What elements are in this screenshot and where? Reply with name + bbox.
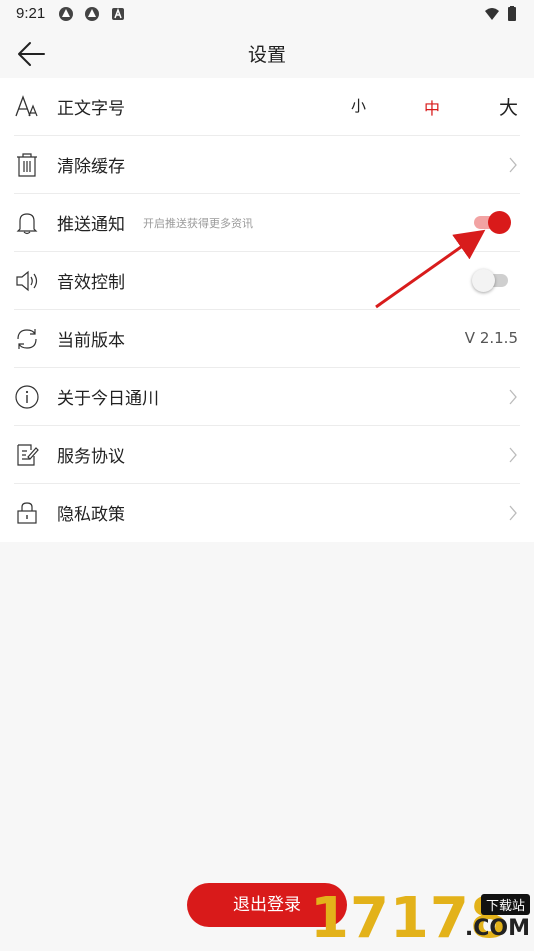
service-agreement-label: 服务协议 [57,447,125,467]
push-notification-description: 开启推送获得更多资讯 [143,217,253,230]
battery-icon [508,6,516,21]
font-size-small-option[interactable]: 小 [351,95,366,116]
font-size-label: 正文字号 [57,99,125,119]
font-size-large-option[interactable]: 大 [499,93,518,120]
clear-cache-row[interactable]: 清除缓存 [0,136,534,194]
privacy-policy-label: 隐私政策 [57,505,125,525]
watermark-domain: .COM [464,916,530,941]
version-label: 当前版本 [57,331,125,351]
lock-icon [17,502,37,524]
chevron-right-icon [509,505,517,521]
page-title: 设置 [247,44,286,66]
notification-icon [85,7,99,21]
status-time: 9:21 [16,5,46,22]
wifi-icon [485,8,499,20]
notification-icon [59,7,73,21]
app-notification-icon [112,7,124,20]
annotation-arrow [375,229,486,309]
chevron-right-icon [509,157,517,173]
speaker-icon [16,270,38,292]
about-label: 关于今日通川 [57,389,159,409]
refresh-icon [17,329,37,349]
app-header: 设置 [0,30,534,78]
status-bar: 9:21 [0,0,534,30]
font-size-medium-option[interactable]: 中 [424,95,440,119]
site-watermark: 17178 下载站 .COM [300,880,534,951]
version-value: V 2.1.5 [464,329,518,347]
chevron-right-icon [509,447,517,463]
watermark-badge: 下载站 [480,894,530,915]
service-agreement-row[interactable]: 服务协议 [0,426,534,484]
push-notification-label: 推送通知 [57,215,125,235]
document-edit-icon [17,444,39,466]
info-icon [15,385,39,409]
bell-icon [16,213,38,235]
trash-icon [17,153,37,177]
font-size-row: 正文字号 小 中 大 [0,78,534,136]
privacy-policy-row[interactable]: 隐私政策 [0,484,534,542]
font-size-icon [15,95,38,117]
about-row[interactable]: 关于今日通川 [0,368,534,426]
chevron-right-icon [509,389,517,405]
clear-cache-label: 清除缓存 [57,157,125,177]
sound-control-label: 音效控制 [57,273,125,293]
